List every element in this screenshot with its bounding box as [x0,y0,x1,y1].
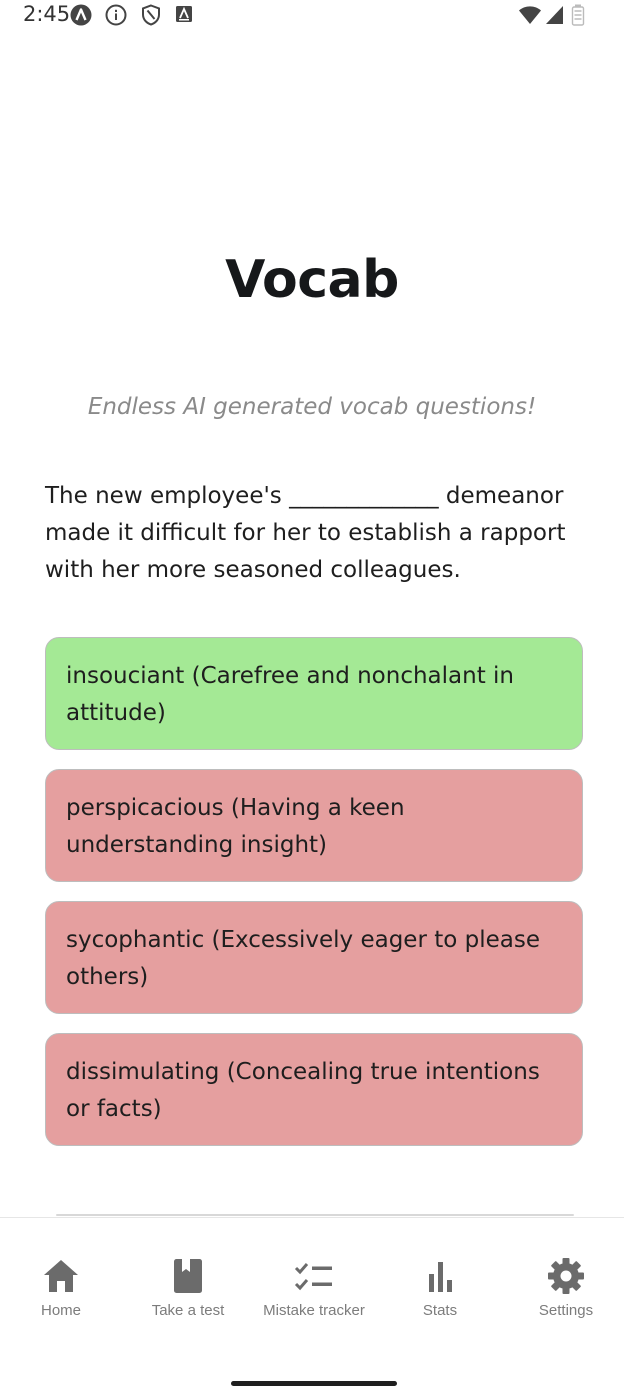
answer-option-wrong[interactable]: dissimulating (Concealing true intention… [45,1033,583,1146]
nav-item-mistake-tracker[interactable]: Mistake tracker [252,1258,376,1319]
nav-item-take-a-test[interactable]: Take a test [126,1258,250,1319]
home-indicator[interactable] [231,1381,397,1386]
nav-label-stats: Stats [422,1302,458,1319]
app-a-icon [70,4,92,26]
nav-label-take-a-test: Take a test [151,1302,225,1319]
bar-chart-icon [429,1262,452,1292]
status-bar: 2:45 [0,0,624,30]
wifi-icon [518,4,542,26]
book-icon [174,1259,202,1293]
app-screen: 2:45 Vocab Endless AI generated vocab qu… [0,0,624,1394]
nav-label-home: Home [40,1302,81,1319]
answer-options: insouciant (Carefree and nonchalant in a… [45,637,583,1165]
keyboard-a-icon [174,4,196,26]
nav-item-home[interactable]: Home [0,1258,123,1319]
nav-item-settings[interactable]: Settings [504,1258,624,1319]
signal-icon [545,4,567,26]
bottom-navigation: Home Take a test Mistake tracker Stats S… [0,1217,624,1394]
info-icon [105,4,127,26]
nav-label-mistake-tracker: Mistake tracker [263,1302,365,1319]
answer-option-wrong[interactable]: sycophantic (Excessively eager to please… [45,901,583,1014]
battery-icon [571,4,585,26]
answer-option-wrong[interactable]: perspicacious (Having a keen understandi… [45,769,583,882]
page-title: Vocab [225,250,399,310]
page-subtitle: Endless AI generated vocab questions! [87,394,537,420]
gear-icon [548,1258,584,1294]
shield-icon [140,4,162,26]
next-card-edge [56,1214,574,1216]
question-text: The new employee's _____________ demeano… [45,483,566,583]
nav-label-settings: Settings [538,1302,594,1319]
home-icon [44,1260,78,1292]
answer-option-correct[interactable]: insouciant (Carefree and nonchalant in a… [45,637,583,750]
status-time: 2:45 [23,2,71,26]
nav-item-stats[interactable]: Stats [378,1258,502,1319]
checklist-icon [294,1263,332,1291]
